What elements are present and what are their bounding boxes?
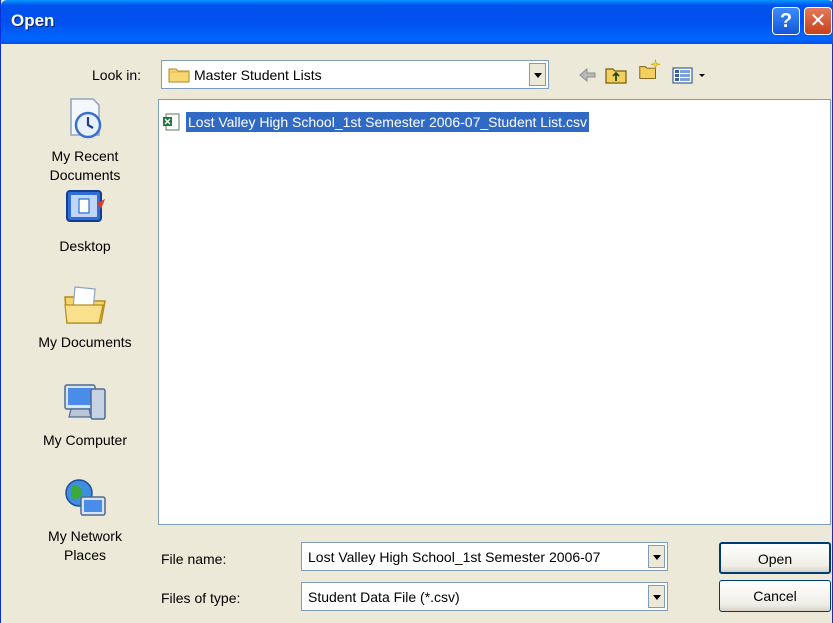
open-button[interactable]: Open bbox=[719, 542, 831, 574]
file-list[interactable]: Lost Valley High School_1st Semester 200… bbox=[158, 99, 831, 525]
csv-file-icon bbox=[163, 113, 180, 131]
file-name-text: Lost Valley High School_1st Semester 200… bbox=[186, 112, 589, 132]
look-in-dropdown-arrow[interactable] bbox=[529, 63, 546, 86]
file-type-dropdown[interactable]: Student Data File (*.csv) bbox=[301, 582, 668, 611]
places-label: Documents bbox=[49, 167, 121, 183]
look-in-label: Look in: bbox=[92, 67, 142, 83]
file-name-input[interactable]: Lost Valley High School_1st Semester 200… bbox=[301, 542, 668, 571]
look-in-dropdown[interactable]: Master Student Lists bbox=[161, 60, 549, 89]
folder-icon bbox=[168, 68, 190, 83]
recent-documents-icon bbox=[70, 98, 102, 139]
file-type-dropdown-arrow[interactable] bbox=[648, 585, 665, 608]
places-label: My Documents bbox=[38, 334, 132, 350]
help-button[interactable]: ? bbox=[772, 7, 800, 35]
places-recent-documents[interactable]: My Recent Documents bbox=[31, 95, 139, 185]
dialog-title: Open bbox=[11, 11, 55, 30]
close-button[interactable]: ✕ bbox=[804, 7, 832, 35]
file-type-value: Student Data File (*.csv) bbox=[308, 589, 460, 605]
my-computer-icon bbox=[64, 384, 106, 420]
desktop-icon bbox=[66, 190, 105, 222]
title-bar[interactable]: Open ? ✕ bbox=[1, 0, 833, 44]
close-icon: ✕ bbox=[809, 10, 827, 32]
look-in-value: Master Student Lists bbox=[194, 67, 322, 83]
file-name-value: Lost Valley High School_1st Semester 200… bbox=[308, 549, 601, 565]
file-name-dropdown-arrow[interactable] bbox=[648, 545, 665, 568]
places-my-computer[interactable]: My Computer bbox=[31, 379, 139, 450]
cancel-button[interactable]: Cancel bbox=[719, 580, 831, 612]
places-label: Places bbox=[63, 547, 107, 563]
places-label: Desktop bbox=[59, 238, 111, 254]
help-icon: ? bbox=[779, 10, 793, 32]
file-type-label: Files of type: bbox=[161, 590, 241, 606]
places-label: My Computer bbox=[42, 432, 128, 448]
view-menu-icon[interactable] bbox=[671, 64, 711, 86]
places-network[interactable]: My Network Places bbox=[31, 475, 139, 565]
places-label: My Network bbox=[48, 528, 122, 544]
places-my-documents[interactable]: My Documents bbox=[31, 281, 139, 352]
network-places-icon bbox=[65, 479, 106, 516]
places-desktop[interactable]: Desktop bbox=[31, 185, 139, 256]
create-new-folder-icon[interactable] bbox=[635, 58, 665, 80]
places-label: My Recent bbox=[51, 148, 119, 164]
up-one-level-icon[interactable] bbox=[604, 64, 628, 86]
places-bar: My Recent Documents Desktop My Documents bbox=[31, 95, 139, 615]
file-name-label: File name: bbox=[161, 551, 227, 567]
my-documents-icon bbox=[64, 286, 106, 324]
back-arrow-icon[interactable] bbox=[576, 64, 598, 86]
open-dialog: Open ? ✕ Look in: Master Student Lists M… bbox=[0, 0, 833, 623]
